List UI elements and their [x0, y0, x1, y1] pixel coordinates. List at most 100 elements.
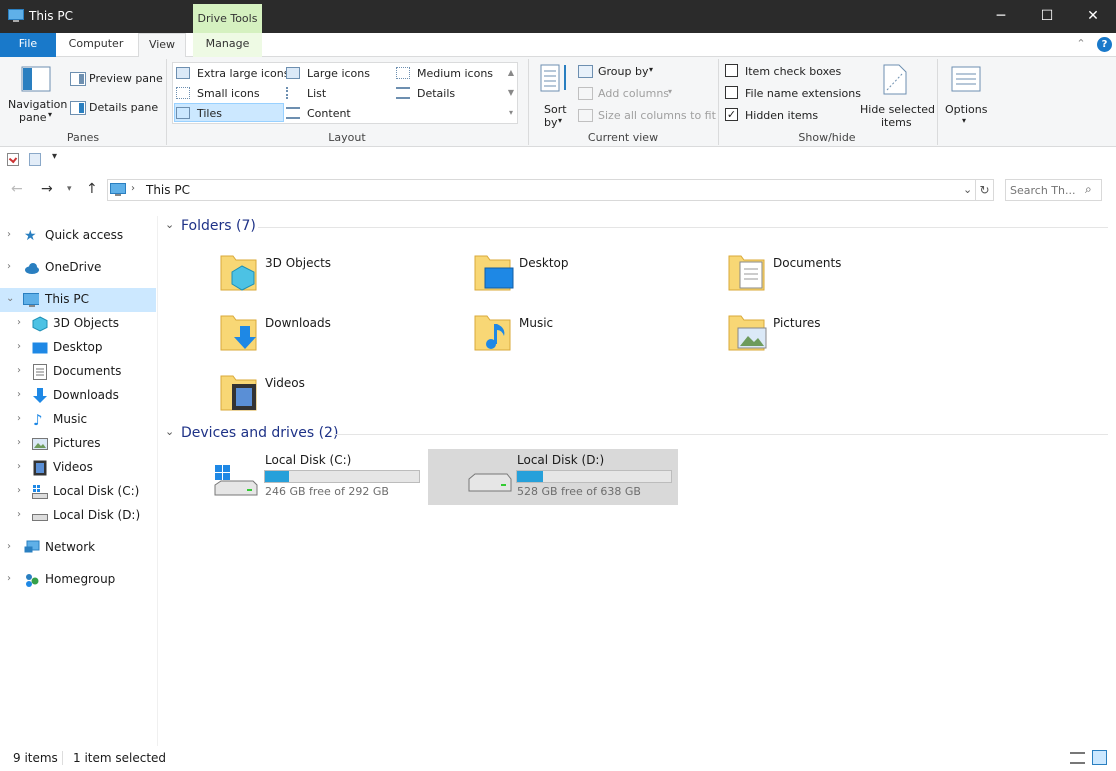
new-folder-icon[interactable]: [29, 153, 41, 166]
expand-chevron-icon[interactable]: ›: [17, 437, 21, 448]
refresh-icon[interactable]: ↻: [976, 179, 994, 201]
expand-chevron-icon[interactable]: ›: [17, 317, 21, 328]
nav-label: Videos: [53, 460, 93, 474]
item-check-boxes-toggle[interactable]: Item check boxes: [725, 63, 855, 81]
nav-videos[interactable]: › Videos: [0, 456, 156, 480]
nav-3d-objects[interactable]: › 3D Objects: [0, 312, 156, 336]
layout-small-icons[interactable]: Small icons: [176, 85, 284, 103]
expand-chevron-icon[interactable]: ›: [7, 261, 11, 272]
search-icon[interactable]: ⌕: [1085, 182, 1092, 197]
folder-tile-music[interactable]: Music: [474, 312, 724, 368]
layout-tiles[interactable]: Tiles: [176, 105, 284, 123]
layout-list[interactable]: List: [286, 85, 392, 103]
minimize-button[interactable]: ─: [978, 0, 1024, 33]
extra-large-icons-label: Extra large icons: [197, 67, 290, 80]
size-all-columns-button[interactable]: Size all columns to fit: [578, 107, 718, 125]
panes-group-label: Panes: [66, 131, 100, 144]
expand-chevron-icon[interactable]: ›: [17, 341, 21, 352]
content-label: Content: [307, 107, 351, 120]
options-button[interactable]: Options ▾: [942, 62, 990, 126]
devices-group-header[interactable]: Devices and drives (2): [181, 425, 338, 441]
navigation-pane-button[interactable]: Navigation pane ▾: [8, 63, 67, 125]
chevron-down-icon: ▾: [558, 116, 563, 125]
expand-chevron-icon[interactable]: ›: [17, 413, 21, 424]
layout-large-icons[interactable]: Large icons: [286, 65, 392, 83]
recent-locations-icon[interactable]: ▾: [67, 184, 72, 194]
details-pane-button[interactable]: Details pane: [70, 99, 160, 117]
breadcrumb-separator-icon[interactable]: ›: [131, 183, 135, 194]
nav-local-disk-d[interactable]: › Local Disk (D:): [0, 504, 156, 528]
checkbox-unchecked: [725, 86, 738, 99]
nav-onedrive[interactable]: › OneDrive: [0, 256, 156, 280]
folder-tile-pictures[interactable]: Pictures: [728, 312, 978, 368]
tab-file[interactable]: File: [0, 33, 56, 57]
search-box[interactable]: ⌕: [1005, 179, 1102, 201]
devices-divider: [334, 434, 1108, 435]
layout-details[interactable]: Details: [396, 85, 504, 103]
drive-tile-d[interactable]: Local Disk (D:) 528 GB free of 638 GB: [428, 449, 678, 505]
add-columns-button[interactable]: Add columns ▾: [578, 85, 678, 103]
devices-collapse-icon[interactable]: ⌄: [165, 425, 174, 438]
close-button[interactable]: ✕: [1070, 0, 1116, 33]
forward-arrow-icon[interactable]: →: [41, 181, 53, 197]
details-view-icon[interactable]: [1070, 752, 1085, 764]
address-dropdown-icon[interactable]: ⌄: [963, 183, 972, 196]
windows-drive-icon: [214, 465, 258, 496]
nav-local-disk-c[interactable]: › Local Disk (C:): [0, 480, 156, 504]
layout-gallery-scroll[interactable]: ▲ ▼ ▾: [505, 63, 517, 123]
layout-extra-large-icons[interactable]: Extra large icons: [176, 65, 289, 83]
folder-tile-desktop[interactable]: Desktop: [474, 252, 724, 308]
nav-music[interactable]: › ♪ Music: [0, 408, 156, 432]
folder-tile-videos[interactable]: Videos: [220, 372, 470, 428]
up-arrow-icon[interactable]: ↑: [86, 181, 98, 197]
expand-chevron-icon[interactable]: ›: [17, 485, 21, 496]
tab-computer[interactable]: Computer: [62, 33, 130, 57]
preview-pane-button[interactable]: Preview pane: [70, 70, 163, 88]
search-input[interactable]: [1010, 182, 1082, 198]
properties-icon[interactable]: [7, 153, 19, 166]
help-icon[interactable]: ?: [1097, 37, 1112, 52]
expand-chevron-icon[interactable]: ›: [17, 461, 21, 472]
layout-content[interactable]: Content: [286, 105, 392, 123]
sort-by-button[interactable]: Sort by ▾: [538, 62, 570, 129]
item-check-boxes-label: Item check boxes: [745, 65, 842, 78]
folder-tile-downloads[interactable]: Downloads: [220, 312, 470, 368]
options-label: Options: [945, 103, 988, 116]
nav-pictures[interactable]: › Pictures: [0, 432, 156, 456]
expand-chevron-icon[interactable]: ›: [17, 509, 21, 520]
expand-chevron-icon[interactable]: ›: [7, 541, 11, 552]
hide-selected-items-button[interactable]: Hide selected items: [858, 62, 935, 129]
nav-downloads[interactable]: › Downloads: [0, 384, 156, 408]
nav-quick-access[interactable]: › ★ Quick access: [0, 224, 156, 248]
breadcrumb-this-pc[interactable]: This PC: [146, 183, 190, 197]
folders-collapse-icon[interactable]: ⌄: [165, 218, 174, 231]
customize-qat-icon[interactable]: ▾: [52, 151, 57, 162]
folders-group-header[interactable]: Folders (7): [181, 218, 256, 234]
nav-desktop[interactable]: › Desktop: [0, 336, 156, 360]
file-name-extensions-toggle[interactable]: File name extensions: [725, 85, 861, 103]
nav-homegroup[interactable]: › Homegroup: [0, 568, 156, 592]
tab-manage[interactable]: Manage: [193, 33, 262, 57]
address-bar[interactable]: › This PC ⌄: [107, 179, 976, 201]
ribbon-collapse-icon[interactable]: ⌃: [1072, 33, 1090, 57]
back-arrow-icon[interactable]: ←: [11, 181, 23, 197]
group-by-button[interactable]: Group by ▾: [578, 63, 668, 81]
nav-network[interactable]: › Network: [0, 536, 156, 560]
expand-chevron-icon[interactable]: ›: [17, 389, 21, 400]
folder-tile-3d-objects[interactable]: 3D Objects: [220, 252, 470, 308]
nav-documents[interactable]: › Documents: [0, 360, 156, 384]
drive-icon: [32, 514, 48, 521]
collapse-chevron-icon[interactable]: ⌄: [6, 293, 14, 304]
expand-chevron-icon[interactable]: ›: [17, 365, 21, 376]
hidden-items-toggle[interactable]: ✓ Hidden items: [725, 107, 855, 125]
layout-medium-icons[interactable]: Medium icons: [396, 65, 504, 83]
maximize-button[interactable]: ☐: [1024, 0, 1070, 33]
folder-tile-documents[interactable]: Documents: [728, 252, 978, 308]
drive-tile-c[interactable]: Local Disk (C:) 246 GB free of 292 GB: [176, 449, 426, 505]
large-icons-view-icon[interactable]: [1092, 750, 1107, 765]
drive-tools-context-tab[interactable]: Drive Tools: [193, 4, 262, 33]
tab-view[interactable]: View: [138, 33, 186, 58]
expand-chevron-icon[interactable]: ›: [7, 229, 11, 240]
expand-chevron-icon[interactable]: ›: [7, 573, 11, 584]
nav-this-pc[interactable]: ⌄ This PC: [0, 288, 156, 312]
